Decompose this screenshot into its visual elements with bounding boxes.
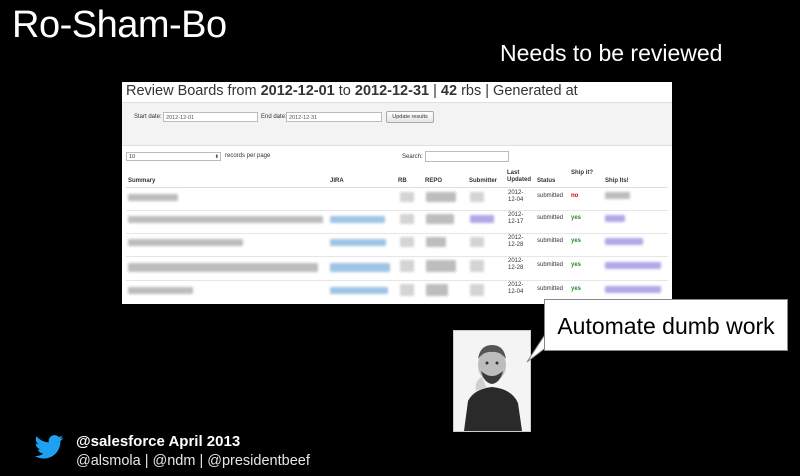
col-summary[interactable]: Summary — [128, 178, 155, 185]
row-ship-it: no — [571, 193, 579, 199]
redacted-ship-its — [605, 238, 643, 245]
row-status: submitted — [537, 262, 564, 268]
redacted-rb — [400, 260, 414, 272]
row-date: 2012-12-28 — [508, 235, 524, 248]
speech-bubble: Automate dumb work — [544, 299, 788, 351]
records-per-page-select[interactable]: 10 ⬍ — [126, 152, 221, 161]
start-date-input[interactable]: 2012-12-01 — [163, 112, 258, 122]
redacted-repo — [426, 284, 448, 296]
redacted-repo — [426, 192, 456, 202]
row-status: submitted — [537, 286, 564, 292]
redacted-rb — [400, 214, 414, 224]
row-ship-it: yes — [571, 238, 582, 244]
redacted-jira — [330, 239, 386, 246]
redacted-ship-its — [605, 286, 661, 293]
footer-handles: @alsmola | @ndm | @presidentbeef — [76, 453, 310, 469]
redacted-submitter — [470, 192, 484, 202]
row-divider — [126, 210, 668, 211]
row-date: 2012-12-04 — [508, 190, 524, 203]
end-date-input[interactable]: 2012-12-31 — [286, 112, 382, 122]
row-status: submitted — [537, 215, 564, 221]
row-divider — [126, 233, 668, 234]
slide-title: Ro-Sham-Bo — [12, 4, 227, 46]
col-jira[interactable]: JIRA — [330, 178, 344, 185]
row-ship-it: yes — [571, 262, 582, 268]
redacted-repo — [426, 237, 446, 247]
col-status[interactable]: Status — [537, 178, 555, 185]
row-status: submitted — [537, 193, 564, 199]
date-filter-form: Start date: 2012-12-01 End date: 2012-12… — [122, 102, 672, 146]
row-date: 2012-12-17 — [508, 212, 524, 225]
end-date-label: End date: — [261, 114, 287, 120]
redacted-rb — [400, 284, 414, 296]
row-divider — [126, 256, 668, 257]
redacted-repo — [426, 214, 454, 224]
col-ship-its[interactable]: Ship Its! — [605, 178, 629, 185]
redacted-summary — [128, 287, 193, 294]
redacted-submitter — [470, 284, 484, 296]
col-ship-it[interactable]: Ship it? — [571, 170, 593, 177]
col-repo[interactable]: REPO — [425, 178, 442, 185]
twitter-bird-icon — [34, 435, 64, 459]
row-ship-it: yes — [571, 215, 582, 221]
report-title: Review Boards from 2012-12-01 to 2012-12… — [126, 83, 578, 99]
redacted-summary — [128, 194, 178, 201]
redacted-rb — [400, 237, 414, 247]
redacted-summary — [128, 263, 318, 272]
redacted-ship-its — [605, 192, 630, 199]
select-arrow-icon: ⬍ — [214, 154, 219, 160]
records-per-page-label: records per page — [225, 153, 271, 159]
redacted-summary — [128, 239, 243, 246]
review-report-screenshot: Review Boards from 2012-12-01 to 2012-12… — [122, 82, 672, 304]
redacted-submitter — [470, 260, 484, 272]
redacted-ship-its — [605, 215, 625, 222]
redacted-jira — [330, 216, 385, 223]
redacted-submitter — [470, 215, 494, 223]
redacted-summary — [128, 216, 323, 223]
portrait-image — [453, 330, 531, 432]
redacted-ship-its — [605, 262, 661, 269]
start-date-label: Start date: — [134, 114, 162, 120]
redacted-repo — [426, 260, 456, 272]
search-input[interactable] — [425, 151, 509, 162]
footer-event: @salesforce April 2013 — [76, 433, 241, 450]
col-submitter[interactable]: Submitter — [469, 178, 497, 185]
redacted-jira — [330, 287, 388, 294]
redacted-rb — [400, 192, 414, 202]
redacted-submitter — [470, 237, 484, 247]
col-rb[interactable]: RB — [398, 178, 407, 185]
row-divider — [126, 280, 668, 281]
col-last-updated[interactable]: Last Updated — [507, 170, 533, 184]
row-date: 2012-12-04 — [508, 282, 524, 295]
needs-review-callout: Needs to be reviewed — [500, 40, 723, 66]
row-status: submitted — [537, 238, 564, 244]
search-label: Search: — [402, 154, 423, 160]
redacted-jira — [330, 263, 390, 272]
row-ship-it: yes — [571, 286, 582, 292]
update-results-button[interactable]: Update results — [386, 111, 434, 123]
header-divider — [126, 187, 668, 188]
row-date: 2012-12-28 — [508, 258, 524, 271]
